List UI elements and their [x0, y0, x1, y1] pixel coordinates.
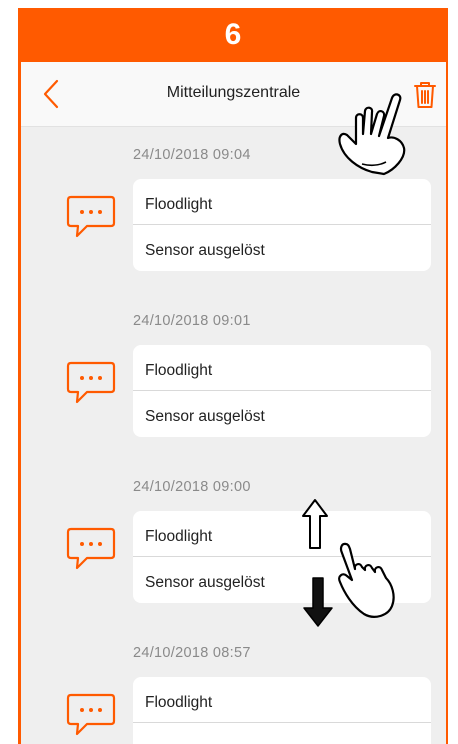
notification-message: Sensor ausgelöst	[145, 242, 265, 259]
step-number: 6	[224, 18, 242, 51]
trash-icon	[414, 82, 436, 108]
divider	[133, 556, 431, 557]
notification-timestamp: 24/10/2018 09:01	[133, 313, 251, 329]
divider	[133, 390, 431, 391]
notification-message: Sensor ausgelöst	[145, 574, 265, 591]
navigation-bar: Mitteilungszentrale	[21, 62, 446, 127]
page-title: Mitteilungszentrale	[166, 84, 301, 101]
notification-title: Floodlight	[145, 528, 213, 545]
notification-card[interactable]: Floodlight	[133, 677, 431, 744]
chat-bubble-icon	[66, 361, 116, 404]
divider	[133, 722, 431, 723]
notification-card[interactable]: Floodlight Sensor ausgelöst	[133, 179, 431, 271]
notification-timestamp: 24/10/2018 09:04	[133, 147, 251, 163]
notification-card[interactable]: Floodlight Sensor ausgelöst	[133, 511, 431, 603]
notification-timestamp: 24/10/2018 09:00	[133, 479, 251, 495]
notification-card[interactable]: Floodlight Sensor ausgelöst	[133, 345, 431, 437]
notification-message: Sensor ausgelöst	[145, 408, 265, 425]
chat-bubble-icon	[66, 693, 116, 736]
notification-title: Floodlight	[145, 362, 213, 379]
phone-screen: Mitteilungszentrale 24/10/2018 09:04 Flo…	[18, 62, 448, 744]
chat-bubble-icon	[66, 195, 116, 238]
delete-all-button[interactable]	[411, 80, 439, 110]
notification-title: Floodlight	[145, 694, 213, 711]
notification-list[interactable]: 24/10/2018 09:04 Floodlight Sensor ausge…	[21, 127, 446, 744]
notification-title: Floodlight	[145, 196, 213, 213]
chat-bubble-icon	[66, 527, 116, 570]
notification-timestamp: 24/10/2018 08:57	[133, 645, 251, 661]
step-banner: 6	[18, 8, 448, 62]
divider	[133, 224, 431, 225]
